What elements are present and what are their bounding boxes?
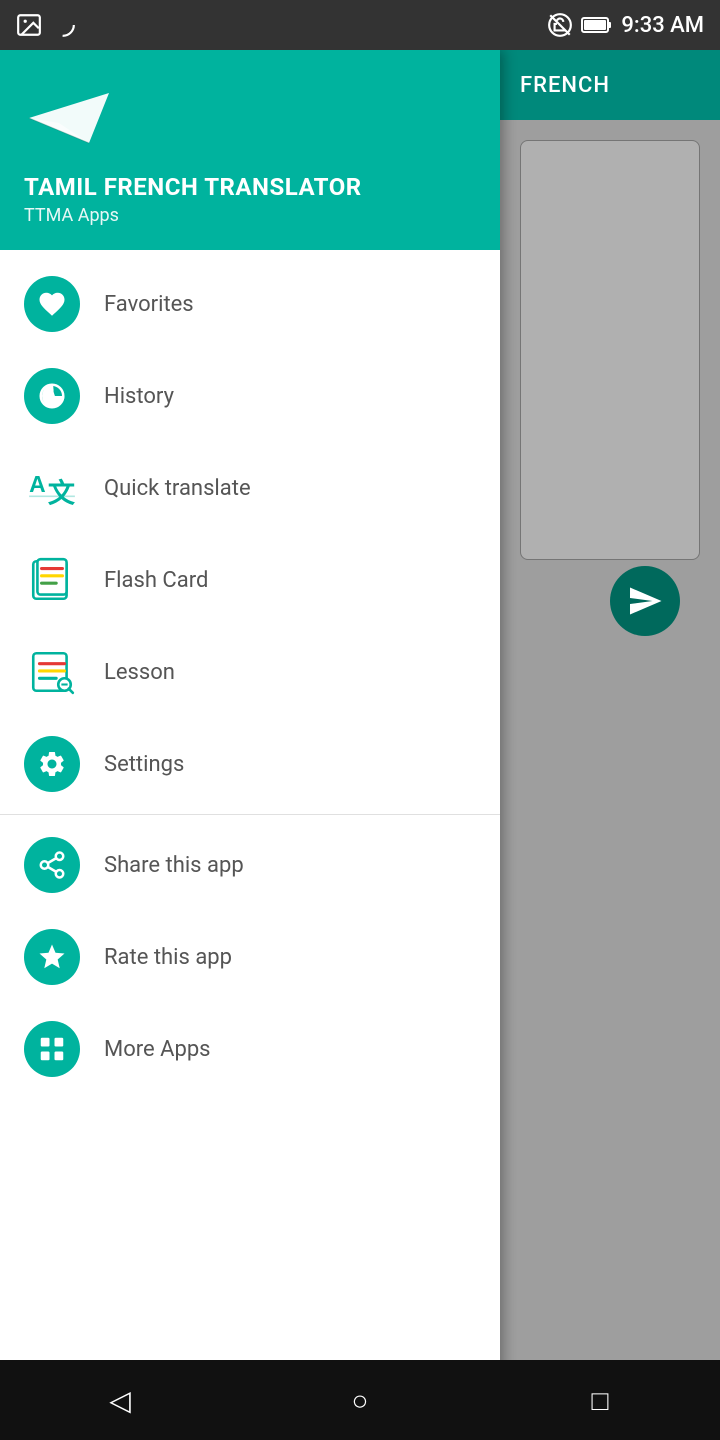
nav-divider <box>0 814 500 815</box>
quick-translate-icon-container: A 文 <box>24 460 80 516</box>
svg-text:文: 文 <box>48 478 76 509</box>
home-button[interactable]: ○ <box>330 1370 390 1430</box>
signal-icon <box>50 12 76 38</box>
nav-item-flash-card[interactable]: Flash Card <box>0 534 500 626</box>
app-body <box>500 120 720 1440</box>
heart-icon <box>37 289 67 319</box>
settings-icon-bg <box>24 736 80 792</box>
drawer-header: TAMIL FRENCH TRANSLATOR TTMA Apps <box>0 50 500 250</box>
drawer: TAMIL FRENCH TRANSLATOR TTMA Apps Favori… <box>0 50 500 1440</box>
status-bar: 9:33 AM <box>0 0 720 50</box>
back-button[interactable]: ◁ <box>90 1370 150 1430</box>
history-icon-bg <box>24 368 80 424</box>
flash-card-label: Flash Card <box>104 568 208 593</box>
app-header: FRENCH <box>500 50 720 120</box>
quick-translate-label: Quick translate <box>104 476 251 501</box>
lesson-label: Lesson <box>104 660 175 685</box>
lesson-icon-container <box>24 644 80 700</box>
status-left-icons <box>16 12 76 38</box>
bottom-nav: ◁ ○ □ <box>0 1360 720 1440</box>
app-header-title: FRENCH <box>520 73 610 98</box>
settings-label: Settings <box>104 752 184 777</box>
flashcard-icon <box>27 555 77 605</box>
app-content: FRENCH <box>500 50 720 1440</box>
share-icon <box>37 850 67 880</box>
main-layout: TAMIL FRENCH TRANSLATOR TTMA Apps Favori… <box>0 50 720 1440</box>
svg-text:A: A <box>29 471 46 497</box>
rate-label: Rate this app <box>104 945 232 970</box>
nav-item-rate[interactable]: Rate this app <box>0 911 500 1003</box>
lesson-icon <box>27 647 77 697</box>
nav-item-quick-translate[interactable]: A 文 Quick translate <box>0 442 500 534</box>
nav-item-lesson[interactable]: Lesson <box>0 626 500 718</box>
app-subtitle: TTMA Apps <box>24 205 476 226</box>
nav-item-share[interactable]: Share this app <box>0 819 500 911</box>
gear-icon <box>37 749 67 779</box>
grid-icon <box>37 1034 67 1064</box>
share-icon-bg <box>24 837 80 893</box>
clock-icon <box>37 381 67 411</box>
rate-icon-bg <box>24 929 80 985</box>
app-card-top <box>520 140 700 560</box>
status-time: 9:33 AM <box>621 13 704 38</box>
nav-item-history[interactable]: History <box>0 350 500 442</box>
send-icon <box>627 583 663 619</box>
history-label: History <box>104 384 174 409</box>
nav-item-favorites[interactable]: Favorites <box>0 258 500 350</box>
more-apps-icon-bg <box>24 1021 80 1077</box>
app-logo <box>24 83 476 157</box>
nav-item-settings[interactable]: Settings <box>0 718 500 810</box>
battery-icon <box>581 15 613 35</box>
status-right-icons: 9:33 AM <box>547 12 704 38</box>
image-icon <box>16 12 42 38</box>
flash-card-icon-container <box>24 552 80 608</box>
translate-icon: A 文 <box>27 463 77 513</box>
star-icon <box>37 942 67 972</box>
mute-icon <box>547 12 573 38</box>
more-apps-label: More Apps <box>104 1037 211 1062</box>
nav-list: Favorites History <box>0 250 500 1440</box>
share-label: Share this app <box>104 853 244 878</box>
favorites-label: Favorites <box>104 292 194 317</box>
favorites-icon-bg <box>24 276 80 332</box>
app-title: TAMIL FRENCH TRANSLATOR <box>24 173 476 201</box>
translate-fab[interactable] <box>610 566 680 636</box>
nav-item-more-apps[interactable]: More Apps <box>0 1003 500 1095</box>
recent-button[interactable]: □ <box>570 1370 630 1430</box>
